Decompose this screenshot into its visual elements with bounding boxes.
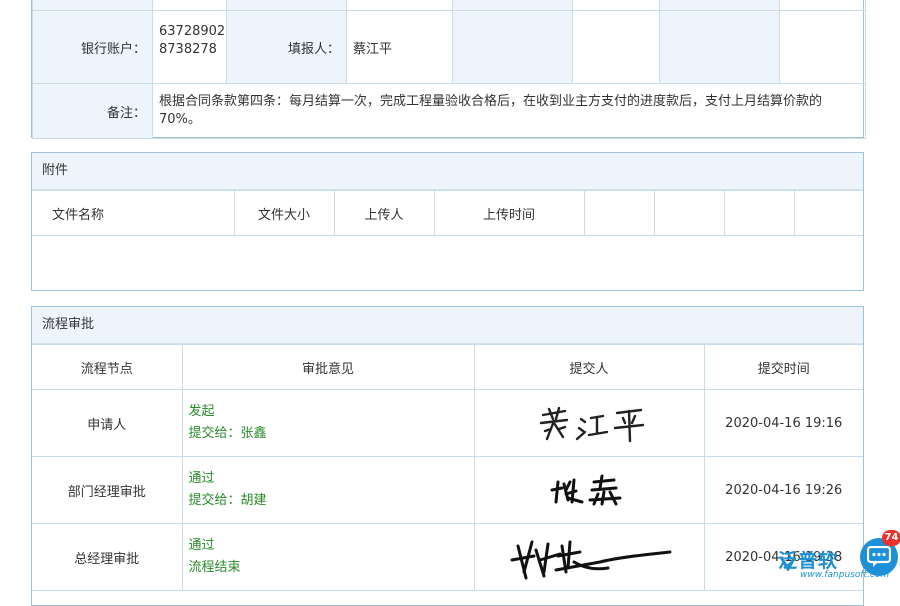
time-cell: 2020-04-16 19:16 bbox=[703, 389, 863, 457]
node-cell: 申请人 bbox=[32, 389, 183, 457]
opinion-line1: 通过 bbox=[188, 471, 215, 486]
signature-cell bbox=[473, 523, 705, 591]
chat-bubble-icon bbox=[867, 546, 891, 567]
time-cell: 2020-04-16 19:26 bbox=[703, 456, 863, 524]
col-file-size: 文件大小 bbox=[233, 190, 335, 236]
bank-account-label: 银行账户： bbox=[32, 10, 153, 84]
signature-cell bbox=[473, 456, 705, 524]
reporter-value: 蔡江平 bbox=[346, 10, 453, 84]
attachments-panel: 附件 文件名称 文件大小 上传人 上传时间 bbox=[31, 152, 864, 291]
chat-notification-badge: 74 bbox=[882, 530, 900, 546]
signature-image bbox=[539, 406, 645, 443]
workflow-panel: 流程审批 流程节点 审批意见 提交人 提交时间 申请人 发起 提交给：张鑫 20… bbox=[31, 306, 864, 606]
col-submitter: 提交人 bbox=[473, 344, 705, 390]
col-empty bbox=[793, 190, 863, 236]
reporter-label: 填报人： bbox=[226, 10, 347, 84]
col-upload-time: 上传时间 bbox=[433, 190, 585, 236]
opinion-line1: 通过 bbox=[188, 538, 215, 553]
col-empty bbox=[583, 190, 655, 236]
info-panel: 银行账户： 63728902 8738278 填报人： 蔡江平 备注： 根据合同… bbox=[31, 0, 866, 139]
empty-cell bbox=[572, 10, 660, 84]
bank-account-line1: 63728902 bbox=[159, 24, 226, 39]
node-cell: 部门经理审批 bbox=[32, 456, 183, 524]
col-node: 流程节点 bbox=[32, 344, 183, 390]
info-row-bank: 银行账户： 63728902 8738278 填报人： 蔡江平 bbox=[32, 10, 866, 84]
bank-account-value: 63728902 8738278 bbox=[152, 10, 227, 84]
empty-cell bbox=[452, 10, 573, 84]
signature-cell bbox=[473, 389, 705, 457]
info-table: 银行账户： 63728902 8738278 填报人： 蔡江平 备注： 根据合同… bbox=[32, 0, 866, 139]
remark-label: 备注： bbox=[32, 83, 153, 139]
remark-value: 根据合同条款第四条：每月结算一次，完成工程量验收合格后，在收到业主方支付的进度款… bbox=[152, 83, 866, 139]
signature-image bbox=[510, 540, 672, 580]
opinion-cell: 通过 流程结束 bbox=[181, 523, 475, 591]
col-empty bbox=[653, 190, 725, 236]
workflow-title: 流程审批 bbox=[32, 307, 863, 344]
opinion-line2: 流程结束 bbox=[188, 560, 241, 575]
info-row-remark: 备注： 根据合同条款第四条：每月结算一次，完成工程量验收合格后，在收到业主方支付… bbox=[32, 83, 866, 139]
col-file-name: 文件名称 bbox=[32, 190, 235, 236]
attachments-header-row: 文件名称 文件大小 上传人 上传时间 bbox=[32, 190, 863, 236]
col-opinion: 审批意见 bbox=[181, 344, 475, 390]
col-empty bbox=[723, 190, 795, 236]
table-row: 申请人 发起 提交给：张鑫 2020-04-16 19:16 bbox=[32, 389, 863, 457]
info-row-cut bbox=[32, 0, 866, 11]
attachments-table: 文件名称 文件大小 上传人 上传时间 bbox=[32, 190, 863, 236]
bank-account-line2: 8738278 bbox=[159, 42, 217, 57]
col-uploader: 上传人 bbox=[333, 190, 435, 236]
table-row: 总经理审批 通过 流程结束 2020-04-16 19:38 bbox=[32, 523, 863, 591]
opinion-line2: 提交给：张鑫 bbox=[188, 426, 267, 441]
opinion-cell: 发起 提交给：张鑫 bbox=[181, 389, 475, 457]
workflow-table: 流程节点 审批意见 提交人 提交时间 申请人 发起 提交给：张鑫 2020-04… bbox=[32, 344, 863, 591]
opinion-line2: 提交给：胡建 bbox=[188, 493, 267, 508]
signature-image bbox=[550, 474, 622, 506]
opinion-line1: 发起 bbox=[188, 404, 215, 419]
attachments-title: 附件 bbox=[32, 153, 863, 190]
opinion-cell: 通过 提交给：胡建 bbox=[181, 456, 475, 524]
empty-cell bbox=[779, 10, 866, 84]
brand-logo-text: 泛普软 bbox=[778, 551, 839, 572]
empty-cell bbox=[659, 10, 780, 84]
node-cell: 总经理审批 bbox=[32, 523, 183, 591]
col-submit-time: 提交时间 bbox=[703, 344, 863, 390]
workflow-header-row: 流程节点 审批意见 提交人 提交时间 bbox=[32, 344, 863, 390]
table-row: 部门经理审批 通过 提交给：胡建 2020-04-16 19:26 bbox=[32, 456, 863, 524]
